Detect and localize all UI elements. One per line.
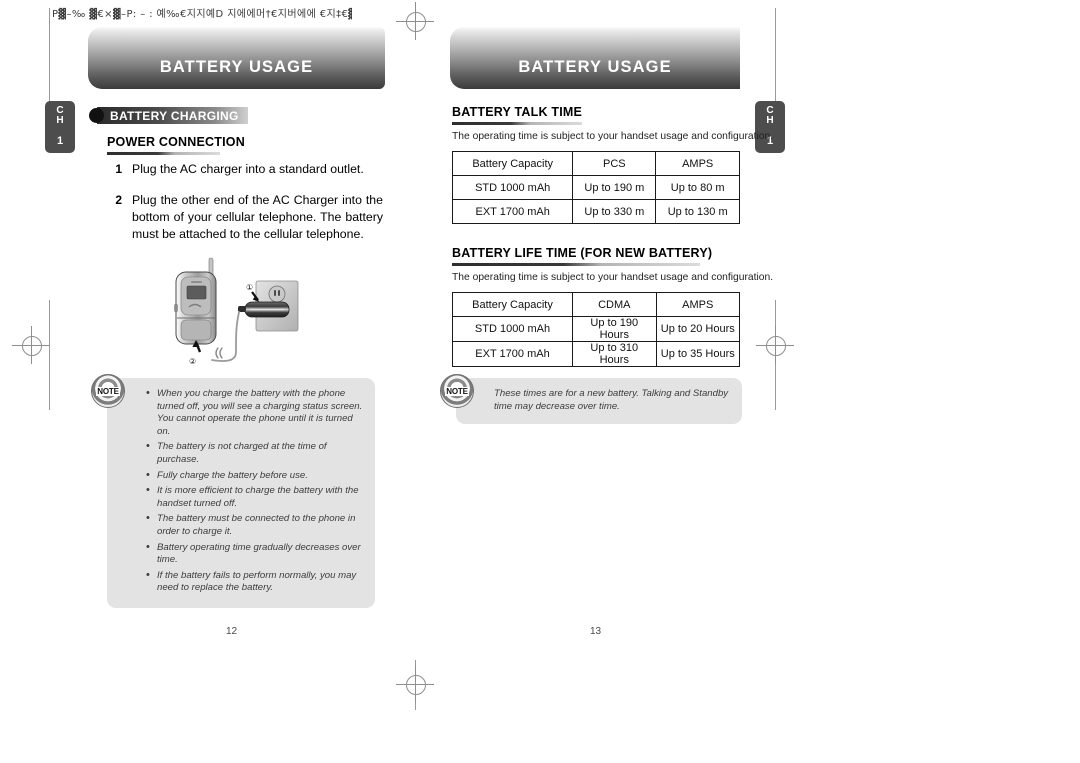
chapter-tab-left-h: H (56, 115, 64, 126)
charging-illustration: ② ① (174, 257, 299, 366)
table-cell: Up to 35 Hours (655, 341, 741, 367)
table-header-cell: Battery Capacity (451, 292, 574, 317)
table-cell: Up to 190 m (572, 175, 657, 200)
note-item: If the battery fails to perform normally… (145, 569, 363, 595)
registration-mark-top-center (396, 2, 434, 40)
note-text-right: These times are for a new battery. Talki… (494, 388, 729, 412)
manual-spread: P▓–‰ ▓€×▓–P: – : 예‰€지지예D 지에에머†€지버에에 €지‡€… (0, 0, 1080, 763)
table-cell: STD 1000 mAh (451, 175, 574, 200)
page-number-left: 12 (226, 626, 238, 637)
heading-power-connection: POWER CONNECTION (107, 135, 245, 155)
note-item: When you charge the battery with the pho… (145, 387, 363, 438)
step-number: 2 (115, 193, 122, 207)
note-icon-label: NOTE (445, 386, 469, 396)
table-row: STD 1000 mAh Up to 190 m Up to 80 m (451, 175, 740, 200)
scan-header-text: P▓–‰ ▓€×▓–P: – : 예‰€지지예D 지에에머†€지버에에 €지‡€… (52, 9, 352, 20)
table-cell: STD 1000 mAh (451, 316, 574, 342)
page-number-right: 13 (590, 626, 602, 637)
registration-mark-right-middle (756, 326, 794, 364)
section-label-text: BATTERY CHARGING (110, 108, 239, 123)
talk-time-subnote: The operating time is subject to your ha… (452, 131, 774, 142)
banner-left: BATTERY USAGE (88, 27, 385, 89)
power-connection-steps: 1 Plug the AC charger into a standard ou… (108, 161, 383, 257)
note-icon: NOTE (91, 374, 125, 408)
note-item: Battery operating time gradually decreas… (145, 541, 363, 567)
registration-mark-left-middle (12, 326, 50, 364)
heading-battery-talk-time-text: BATTERY TALK TIME (452, 105, 583, 119)
table-row: EXT 1700 mAh Up to 310 Hours Up to 35 Ho… (451, 341, 741, 367)
step-text: Plug the other end of the AC Charger int… (132, 193, 383, 241)
heading-rule (452, 263, 700, 266)
table-header-cell: CDMA (572, 292, 657, 317)
chapter-tab-right: C H 1 (755, 101, 785, 153)
table-row: STD 1000 mAh Up to 190 Hours Up to 20 Ho… (451, 316, 741, 342)
table-header-cell: PCS (572, 151, 657, 176)
heading-battery-life-time: BATTERY LIFE TIME (FOR NEW BATTERY) (452, 246, 712, 266)
chapter-tab-left-number: 1 (56, 135, 64, 147)
note-icon-label: NOTE (96, 386, 120, 396)
table-header-row: Battery Capacity CDMA AMPS (451, 292, 741, 317)
table-header-cell: Battery Capacity (451, 151, 574, 176)
battery-talk-time-table: Battery Capacity PCS AMPS STD 1000 mAh U… (451, 151, 740, 224)
chapter-tab-right-h: H (766, 115, 774, 126)
table-cell: Up to 310 Hours (572, 341, 657, 367)
table-cell: Up to 20 Hours (655, 316, 741, 342)
life-time-subnote: The operating time is subject to your ha… (452, 272, 774, 283)
table-row: EXT 1700 mAh Up to 330 m Up to 130 m (451, 199, 740, 224)
table-cell: Up to 80 m (655, 175, 740, 200)
note-item: The battery must be connected to the pho… (145, 512, 363, 538)
illustration-callout-1: ① (246, 283, 253, 292)
table-cell: Up to 330 m (572, 199, 657, 224)
step-item: 1 Plug the AC charger into a standard ou… (108, 161, 383, 178)
heading-battery-life-time-text: BATTERY LIFE TIME (FOR NEW BATTERY) (452, 246, 713, 260)
table-cell: EXT 1700 mAh (451, 341, 574, 367)
table-header-cell: AMPS (655, 292, 741, 317)
bullet-dot-icon (89, 108, 104, 123)
note-list-left: When you charge the battery with the pho… (145, 387, 363, 595)
battery-life-time-table: Battery Capacity CDMA AMPS STD 1000 mAh … (451, 292, 741, 367)
step-text: Plug the AC charger into a standard outl… (132, 162, 364, 176)
step-item: 2 Plug the other end of the AC Charger i… (108, 192, 383, 243)
note-item: Fully charge the battery before use. (145, 469, 363, 483)
table-cell: Up to 190 Hours (572, 316, 657, 342)
heading-rule (107, 152, 220, 155)
table-cell: Up to 130 m (655, 199, 740, 224)
heading-battery-talk-time: BATTERY TALK TIME (452, 105, 582, 125)
note-icon: NOTE (440, 374, 474, 408)
banner-right-title: BATTERY USAGE (518, 58, 672, 76)
heading-rule (452, 122, 582, 125)
table-header-cell: AMPS (655, 151, 740, 176)
note-box-right: NOTE These times are for a new battery. … (440, 374, 742, 424)
step-number: 1 (115, 162, 122, 176)
note-item: The battery is not charged at the time o… (145, 440, 363, 466)
chapter-tab-left: C H 1 (45, 101, 75, 153)
banner-left-title: BATTERY USAGE (159, 58, 314, 76)
section-label-battery-charging: BATTERY CHARGING (89, 107, 248, 124)
banner-right: BATTERY USAGE (450, 27, 740, 89)
heading-power-connection-text: POWER CONNECTION (107, 135, 245, 149)
illustration-callout-2: ② (189, 357, 196, 366)
note-item: It is more efficient to charge the batte… (145, 484, 363, 510)
table-header-row: Battery Capacity PCS AMPS (451, 151, 740, 176)
table-cell: EXT 1700 mAh (451, 199, 574, 224)
registration-mark-bottom-center (396, 665, 434, 703)
note-box-left: NOTE When you charge the battery with th… (91, 374, 375, 608)
